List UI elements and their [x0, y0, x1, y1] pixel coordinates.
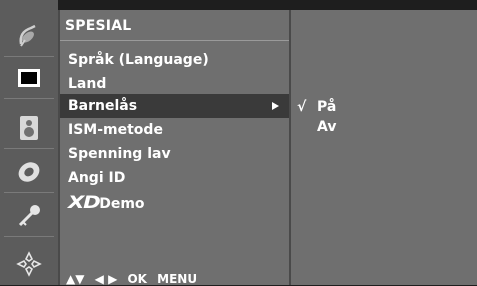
check-mark-icon: √ — [297, 99, 307, 115]
menu-item-label: Spenning lav — [68, 146, 171, 162]
menu-item-label: ISM-metode — [68, 122, 163, 138]
icon-column — [0, 0, 58, 285]
demo-label: Demo — [99, 196, 145, 212]
menu-item-country[interactable]: Land — [60, 72, 291, 96]
menu-item-low-power[interactable]: Spenning lav — [60, 142, 291, 166]
menu-item-set-id[interactable]: Angi ID — [60, 166, 291, 190]
menu-item-label: XDDemo — [68, 193, 145, 213]
option-tab[interactable] — [4, 244, 54, 284]
menu-item-label: Land — [68, 76, 107, 92]
sound-tab[interactable] — [4, 108, 54, 149]
xd-logo: XD — [68, 193, 101, 213]
disc-icon — [18, 162, 40, 182]
option-label: På — [317, 99, 337, 115]
menu-item-label: Barnelås — [68, 98, 138, 114]
menu-item-language[interactable]: Språk (Language) — [60, 48, 291, 72]
menu-item-label: Angi ID — [68, 170, 126, 186]
left-right-hint: ◀ ▶ — [94, 272, 118, 286]
speaker-icon — [20, 116, 38, 140]
menu-item-ism-method[interactable]: ISM-metode — [60, 118, 291, 142]
special-menu-panel: SPESIAL Språk (Language) Land Barnelås I… — [58, 10, 291, 286]
child-lock-submenu: √ På Av — [289, 10, 477, 285]
title-divider — [60, 40, 291, 41]
time-tab[interactable] — [4, 152, 54, 193]
satellite-dish-icon — [19, 24, 36, 47]
menu-item-child-lock[interactable]: Barnelås — [60, 94, 291, 118]
menu-item-xd-demo[interactable]: XDDemo — [60, 189, 291, 213]
picture-tab[interactable] — [4, 58, 54, 99]
picture-icon — [18, 69, 40, 87]
option-cross-icon — [16, 251, 42, 277]
ok-hint: OK — [127, 272, 147, 286]
option-label: Av — [317, 119, 337, 135]
up-down-hint: ▲▼ — [66, 272, 85, 286]
submenu-arrow-icon — [272, 102, 279, 110]
setup-tab[interactable] — [4, 16, 54, 57]
menu-item-label: Språk (Language) — [68, 52, 209, 68]
option-off[interactable]: Av — [291, 116, 477, 138]
navigation-hint: ▲▼ ◀ ▶ OK MENU — [66, 272, 203, 286]
option-on[interactable]: √ På — [291, 96, 477, 118]
special-tab[interactable] — [4, 196, 54, 237]
menu-title: SPESIAL — [65, 18, 132, 34]
menu-hint: MENU — [157, 272, 198, 286]
key-icon — [18, 205, 40, 227]
